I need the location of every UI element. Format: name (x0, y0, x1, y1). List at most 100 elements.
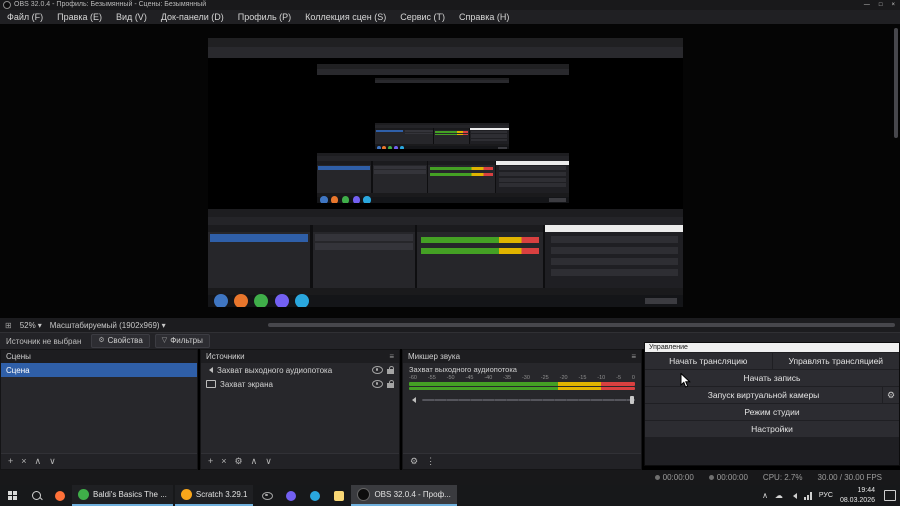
mixer-gear-button[interactable]: ⚙ (410, 454, 418, 469)
nested-taskbar (375, 145, 509, 150)
eye-app-icon (261, 491, 273, 500)
menu-view[interactable]: Вид (V) (109, 10, 154, 24)
minimize-button[interactable]: — (864, 0, 870, 10)
telegram-icon (310, 490, 321, 501)
preview-toolbar: ⊞ 52% ▾ Масштабируемый (1902x969) ▾ (0, 318, 900, 332)
nested-sources-dock (372, 160, 427, 194)
virtual-camera-settings-gear-icon[interactable]: ⚙ (883, 387, 899, 403)
filters-label: Фильтры (170, 336, 203, 345)
source-properties-button[interactable]: ⚙ (235, 454, 243, 469)
lock-icon[interactable] (387, 380, 394, 388)
start-recording-button[interactable]: Начать запись (645, 370, 899, 386)
menu-help[interactable]: Справка (H) (452, 10, 516, 24)
menu-docks[interactable]: Док-панели (D) (154, 10, 231, 24)
manage-broadcast-button[interactable]: Управлять трансляцией (772, 353, 899, 369)
menu-tools[interactable]: Сервис (T) (393, 10, 452, 24)
preview-capture[interactable] (208, 38, 683, 307)
source-up-button[interactable]: ∧ (251, 454, 258, 469)
dock-menu-icon[interactable]: ≡ (389, 352, 394, 361)
menu-scene-collection[interactable]: Коллекция сцен (S) (298, 10, 393, 24)
add-scene-button[interactable]: + (8, 454, 13, 469)
mute-speaker-icon[interactable] (409, 397, 416, 403)
start-button[interactable] (0, 485, 24, 506)
recording-timer: 00:00:00 (654, 473, 694, 482)
task-button-scratch[interactable]: Scratch 3.29.1 (174, 485, 254, 506)
network-tray-icon[interactable] (803, 491, 812, 500)
menu-profile[interactable]: Профиль (P) (231, 10, 298, 24)
source-item-audio[interactable]: Захват выходного аудиопотока (201, 363, 399, 377)
task-button-obs[interactable]: OBS 32.0.4 - Проф... (351, 485, 457, 506)
preview-horizontal-scrollbar[interactable] (268, 323, 895, 327)
settings-button[interactable]: Настройки (645, 421, 899, 437)
task-button-baldi[interactable]: Baldi's Basics The ... (72, 485, 173, 506)
sources-dock-header: Источники ≡ (201, 350, 399, 363)
db-scale-label: 0 (631, 375, 635, 381)
explorer-taskbar-button[interactable] (327, 485, 351, 506)
dock-menu-icon[interactable]: ≡ (631, 352, 636, 361)
mixer-dock-footer: ⚙ ⋮ (403, 453, 641, 469)
nested-taskbar (317, 196, 569, 204)
capture-detail (498, 183, 567, 188)
remove-source-button[interactable]: × (221, 454, 226, 469)
scene-down-button[interactable]: ∨ (49, 454, 56, 469)
language-indicator[interactable]: РУС (819, 492, 833, 499)
capture-detail (550, 268, 678, 277)
start-streaming-button[interactable]: Начать трансляцию (645, 353, 772, 369)
lock-icon[interactable] (387, 366, 394, 374)
remove-scene-button[interactable]: × (21, 454, 26, 469)
volume-slider[interactable] (422, 396, 635, 404)
close-button[interactable]: × (891, 0, 895, 10)
db-scale-label: -50 (446, 375, 455, 381)
zoom-control[interactable]: 52% ▾ (16, 321, 46, 330)
scale-mode-control[interactable]: Масштабируемый (1902x969) ▾ (46, 321, 170, 330)
sources-dock-footer: + × ⚙ ∧ ∨ (201, 453, 399, 469)
scene-up-button[interactable]: ∧ (35, 454, 42, 469)
cloud-tray-icon[interactable]: ☁ (775, 491, 783, 500)
mixer-channel-name: Захват выходного аудиопотока (409, 365, 517, 374)
volume-tray-icon[interactable] (790, 492, 797, 499)
nested-app-icon (399, 145, 404, 150)
add-source-button[interactable]: + (208, 454, 213, 469)
visibility-eye-icon[interactable] (372, 366, 383, 374)
studio-mode-button[interactable]: Режим студии (645, 404, 899, 420)
taskbar-search-button[interactable] (24, 485, 48, 506)
pinned-app-button[interactable] (255, 485, 279, 506)
source-item-display[interactable]: Захват экрана (201, 377, 399, 391)
scene-item-selected[interactable]: Сцена (1, 363, 197, 377)
menu-edit[interactable]: Правка (E) (50, 10, 109, 24)
mixer-more-button[interactable]: ⋮ (426, 454, 435, 469)
capture-detail (373, 165, 426, 170)
streaming-timer: 00:00:00 (708, 473, 748, 482)
start-virtual-camera-button[interactable]: Запуск виртуальной камеры (645, 387, 882, 403)
scratch-app-icon (180, 489, 192, 500)
controls-dock-header[interactable]: Управление (645, 343, 899, 352)
maximize-button[interactable]: □ (879, 0, 883, 10)
volume-slider-handle[interactable] (630, 396, 634, 404)
firefox-taskbar-button[interactable] (48, 485, 72, 506)
obs-window: OBS 32.0.4 - Профиль: Безымянный - Сцены… (0, 0, 900, 506)
audio-mixer-dock: Микшер звука ≡ Захват выходного аудиопот… (402, 349, 642, 470)
taskbar-clock[interactable]: 19:44 08.03.2026 (840, 486, 875, 504)
capture-detail (471, 133, 507, 136)
viber-taskbar-button[interactable] (279, 485, 303, 506)
nested-app-icon (295, 294, 310, 307)
menu-file[interactable]: Файл (F) (0, 10, 50, 24)
source-down-button[interactable]: ∨ (265, 454, 272, 469)
visibility-eye-icon[interactable] (372, 380, 383, 388)
preview-canvas[interactable] (0, 24, 900, 319)
sources-dock: Источники ≡ Захват выходного аудиопотока… (200, 349, 400, 470)
windows-taskbar: Baldi's Basics The ... Scratch 3.29.1 OB… (0, 485, 900, 506)
tray-expand-chevron-icon[interactable]: ∧ (762, 491, 768, 500)
filters-button[interactable]: ▽ Фильтры (154, 334, 210, 348)
nested-scenes-dock (208, 224, 311, 288)
nested-volume-meter (430, 167, 493, 171)
preview-vertical-scrollbar[interactable] (894, 28, 898, 138)
properties-button[interactable]: ⚙ Свойства (91, 334, 150, 348)
action-center-icon[interactable] (884, 490, 896, 501)
source-name: Захват выходного аудиопотока (217, 365, 333, 375)
nested-app-icon (376, 145, 381, 150)
capture-detail (550, 246, 678, 255)
speaker-icon (206, 367, 213, 373)
nested-preview (375, 83, 509, 124)
telegram-taskbar-button[interactable] (303, 485, 327, 506)
